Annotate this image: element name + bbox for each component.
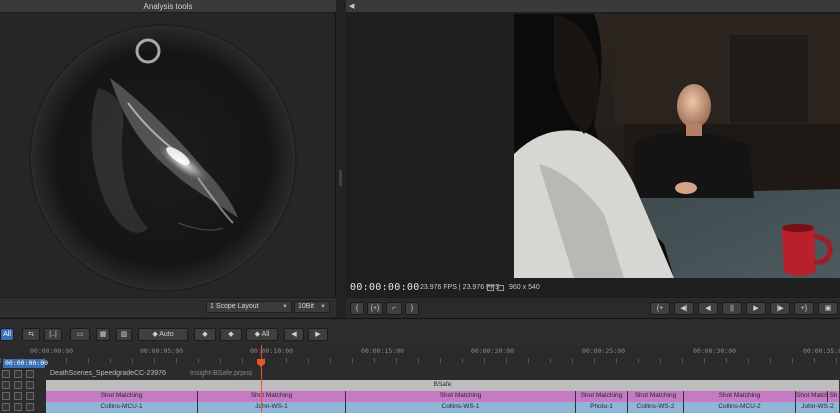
play-reverse-button[interactable]: ◀ [698,302,718,315]
bit-depth-select[interactable]: 10Bit ▼ [294,301,330,313]
speaker-icon[interactable] [26,392,34,400]
nav-left-button[interactable]: ◀ [284,328,304,341]
eye-icon[interactable] [14,392,22,400]
bit-depth-value: 10Bit [298,303,314,310]
ruler-tick: 00:00:35:00 [803,347,840,355]
bsafe-track: BSafe [0,380,840,391]
ruler-tick: 00:00:00:00 [30,347,74,355]
shot-matching-clip[interactable]: Shot Matching [628,391,684,402]
go-to-in-button[interactable]: {+ [650,302,670,315]
timeline-toolbar: All ⇆ |..| ▭ ▦ ▥ ◆ Auto ◆ ◆ ◆ All ◀ ▶ [0,327,840,343]
mark-out-button[interactable]: } [405,302,419,315]
video-clip[interactable]: John-WS-2 [796,402,840,413]
splitter-grip[interactable] [339,170,342,186]
chevron-down-icon: ▼ [282,304,288,310]
auto-label: Auto [159,331,174,338]
panel-splitter[interactable] [336,0,346,318]
lock-icon[interactable] [2,381,10,389]
ripple-icon[interactable]: ⇆ [22,328,40,341]
speaker-icon[interactable] [26,370,34,378]
ruler-tick: 00:00:20:00 [471,347,515,355]
all-keyframes-button[interactable]: ◆ All [246,328,278,341]
go-to-out-button[interactable]: +} [794,302,814,315]
vectorscope [29,24,297,292]
scope-layout-select[interactable]: 1 Scope Layout ▼ [206,301,292,313]
collapse-arrow-icon[interactable]: ◀ [349,2,354,10]
ruler-tick: 00:00:05:00 [140,347,184,355]
shot-matching-clip[interactable]: Shot Matching [346,391,576,402]
analysis-panel-title: Analysis tools [0,0,336,13]
video-clip[interactable]: Photo-1 [576,402,628,413]
mark-in-button[interactable]: { [350,302,364,315]
chevron-down-icon: ▼ [320,304,326,310]
project-track: DeathScenes_SpeedgradeCC-23976 Insight-B… [0,369,840,380]
shot-matching-clip[interactable]: Shot Matchin [796,391,828,402]
step-forward-button[interactable]: |▶ [770,302,790,315]
lock-icon[interactable] [2,370,10,378]
analysis-footer: 1 Scope Layout ▼ 10Bit ▼ [0,297,336,317]
video-clips-track: Collins-MCU-1 John-WS-1 Collins-WS-1 Pho… [0,402,840,413]
safe-area-icon[interactable] [487,285,494,291]
ruler-minor-ticks [0,358,840,363]
mark-clip-button[interactable]: {+} [367,302,383,315]
viewer-controls: { {+} ⌐ } {+ ◀| ◀ || ▶ |▶ +} ▣ [346,297,840,318]
lock-icon[interactable] [2,392,10,400]
speaker-icon[interactable] [26,403,34,411]
viewer-header: ◀ [346,0,840,13]
timeline-panel: All ⇆ |..| ▭ ▦ ▥ ◆ Auto ◆ ◆ ◆ All ◀ ▶ 00… [0,318,840,413]
go-to-mark-button[interactable]: ⌐ [386,302,402,315]
project-file: Insight-BSafe.prproj [190,370,252,377]
shot-matching-track: Shot Matching Shot Matching Shot Matchin… [0,391,840,402]
prev-keyframe-button[interactable]: ◆ [194,328,216,341]
project-name: DeathScenes_SpeedgradeCC-23976 [50,370,166,377]
step-back-button[interactable]: ◀| [674,302,694,315]
ruler-tick: 00:00:25:00 [582,347,626,355]
pause-button[interactable]: || [722,302,742,315]
shot-matching-clip[interactable]: Shot Matching [684,391,796,402]
select-all-button[interactable]: All [0,328,14,341]
shot-matching-clip[interactable]: Shot Matching [576,391,628,402]
nav-right-button[interactable]: ▶ [308,328,328,341]
loop-button[interactable]: ▣ [818,302,838,315]
resolution-readout: 960 x 540 [509,284,540,291]
add-keyframe-button[interactable]: ◆ [220,328,242,341]
bsafe-clip[interactable]: BSafe [46,380,840,391]
ruler-tick: 00:00:30:00 [693,347,737,355]
auto-keyframe-button[interactable]: ◆ Auto [138,328,188,341]
range-icon[interactable]: |..| [44,328,62,341]
playhead-timecode[interactable]: 00:00:00:00 [3,359,48,368]
snap-icon[interactable]: ▥ [116,328,132,341]
video-clip[interactable]: Collins-MCU-1 [46,402,198,413]
video-frame [514,14,840,278]
ruler-tick: 00:00:10:00 [250,347,294,355]
shot-matching-clip[interactable]: Shot Matching [46,391,198,402]
eye-icon[interactable] [14,381,22,389]
overlay-icon[interactable] [497,285,504,291]
ruler-tick: 00:00:15:00 [361,347,405,355]
video-clip[interactable]: Collins-WS-1 [346,402,576,413]
clip-icon[interactable]: ▭ [70,328,90,341]
viewer-timecode[interactable]: 00:00:00:00 [350,279,420,297]
timeline-ruler[interactable]: 00:00:00:00 00:00:05:00 00:00:10:00 00:0… [0,345,840,369]
video-image [514,14,840,278]
play-button[interactable]: ▶ [746,302,766,315]
analysis-panel: Analysis tools 1 Scope Layout ▼ 10Bit ▼ [0,0,336,318]
scope-layout-value: 1 Scope Layout [210,303,259,310]
shot-matching-clip[interactable]: Shot Matching [198,391,346,402]
shot-matching-clip[interactable]: Sh [828,391,840,402]
video-clip[interactable]: John-WS-1 [198,402,346,413]
eye-icon[interactable] [14,370,22,378]
playhead-line [261,345,262,413]
viewer-panel: ◀ 00:00:00:00 23.976 FPS | 23.976 FPS 96… [346,0,840,318]
video-clip[interactable]: Collins-MCU-2 [684,402,796,413]
all-keyframes-label: All [261,331,270,338]
video-clip[interactable]: Collins-WS-2 [628,402,684,413]
viewer-info-bar: 00:00:00:00 23.976 FPS | 23.976 FPS 960 … [346,279,840,297]
speaker-icon[interactable] [26,381,34,389]
lock-icon[interactable] [2,403,10,411]
timeline-tracks: DeathScenes_SpeedgradeCC-23976 Insight-B… [0,345,840,413]
eye-icon[interactable] [14,403,22,411]
grid-icon[interactable]: ▦ [96,328,110,341]
